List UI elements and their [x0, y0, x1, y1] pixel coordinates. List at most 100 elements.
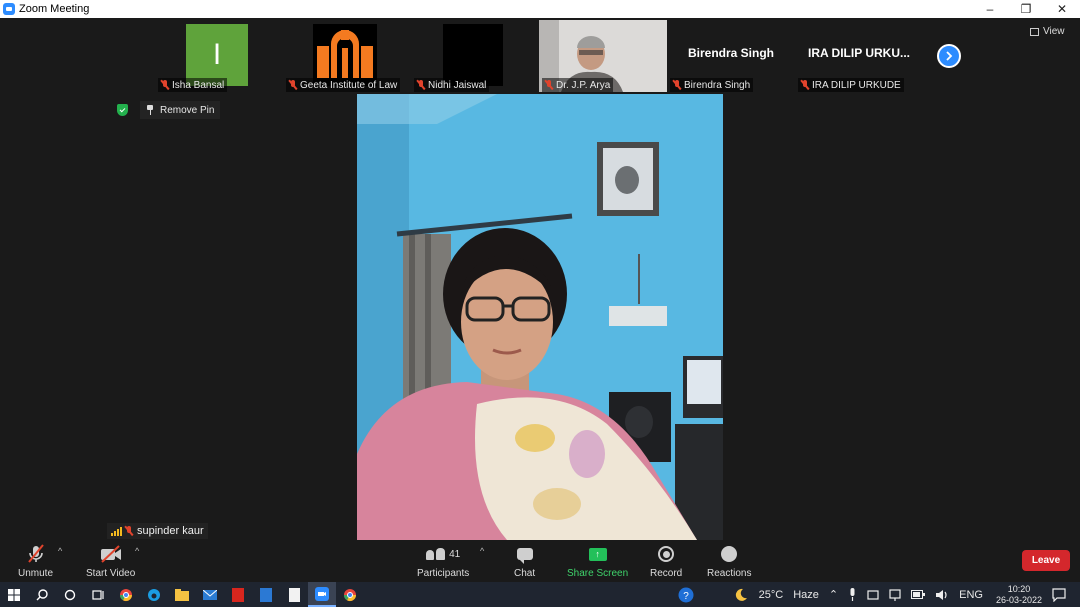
mic-muted-icon	[417, 80, 425, 90]
taskbar-chrome-2[interactable]	[336, 582, 364, 607]
taskbar-chrome[interactable]	[112, 582, 140, 607]
participant-display-name: Birendra Singh	[687, 46, 774, 60]
unmute-label: Unmute	[18, 568, 54, 579]
temperature[interactable]: 25°C	[759, 589, 784, 601]
windows-taskbar: ? 25°C Haze ⌃ ENG 10:20 26-03-2022	[0, 582, 1080, 607]
mic-muted-icon	[801, 80, 809, 90]
clock[interactable]: 10:20 26-03-2022	[996, 584, 1042, 606]
participant-name: Dr. J.P. Arya	[556, 79, 611, 91]
participant-tile[interactable]: I Isha Bansal	[155, 18, 283, 92]
chevron-right-icon	[946, 51, 953, 61]
chat-icon	[516, 548, 533, 564]
system-tray: ? 25°C Haze ⌃ ENG 10:20 26-03-2022	[678, 582, 1080, 607]
taskbar-file-explorer[interactable]	[168, 582, 196, 607]
chat-label: Chat	[514, 568, 536, 579]
search-button[interactable]	[28, 582, 56, 607]
mic-muted-icon	[545, 80, 553, 90]
language-indicator[interactable]: ENG	[959, 589, 983, 601]
participant-name: Geeta Institute of Law	[300, 79, 398, 91]
leave-button[interactable]: Leave	[1022, 550, 1070, 571]
participant-label: Birendra Singh	[670, 78, 754, 92]
clock-date: 26-03-2022	[995, 594, 1042, 605]
share-screen-label: Share Screen	[567, 568, 629, 579]
mic-muted-icon	[289, 80, 297, 90]
participant-tile[interactable]: Geeta Institute of Law	[283, 18, 411, 92]
word-icon	[260, 587, 272, 602]
record-label: Record	[650, 568, 683, 579]
show-hidden-icons-chevron-icon[interactable]: ⌃	[829, 588, 838, 601]
mail-icon	[203, 589, 217, 600]
taskbar-notepad[interactable]	[280, 582, 308, 607]
participant-name: Nidhi Jaiswal	[428, 79, 487, 91]
document-icon	[288, 587, 300, 602]
minimize-button[interactable]: –	[972, 0, 1008, 18]
weather-label[interactable]: Haze	[793, 589, 819, 601]
chrome-icon	[120, 588, 132, 601]
grid-icon	[1030, 27, 1039, 36]
notifications-icon[interactable]	[1052, 587, 1066, 602]
share-screen-icon: ↑	[588, 547, 607, 561]
gallery-strip: I Isha Bansal Geeta Institute of Law Nid…	[155, 18, 923, 92]
audio-options-caret[interactable]: ^	[58, 546, 62, 556]
participant-tile[interactable]: Birendra Singh Birendra Singh	[667, 18, 795, 92]
security-shield-icon[interactable]	[117, 104, 128, 116]
taskbar-mail[interactable]	[196, 582, 224, 607]
record-icon	[658, 546, 675, 562]
video-off-placeholder	[443, 24, 503, 86]
avatar: I	[186, 24, 248, 86]
reactions-label: Reactions	[707, 568, 752, 579]
participant-tile[interactable]: Nidhi Jaiswal	[411, 18, 539, 92]
video-options-caret[interactable]: ^	[135, 546, 139, 556]
battery-icon[interactable]	[911, 590, 926, 599]
taskbar-acrobat[interactable]	[224, 582, 252, 607]
search-icon	[36, 588, 48, 600]
remove-pin-label: Remove Pin	[160, 104, 215, 116]
reactions-icon	[721, 546, 738, 562]
help-icon[interactable]: ?	[678, 587, 694, 603]
taskbar-edge[interactable]	[140, 582, 168, 607]
mic-muted-icon	[673, 80, 681, 90]
meet-now-icon[interactable]	[867, 589, 879, 601]
title-bar: Zoom Meeting – ❐ ✕	[0, 0, 1080, 18]
reactions-button[interactable]: Reactions	[707, 544, 751, 579]
start-video-label: Start Video	[86, 568, 136, 579]
taskbar-word[interactable]	[252, 582, 280, 607]
participant-tile[interactable]: IRA DILIP URKU... IRA DILIP URKUDE	[795, 18, 923, 92]
participants-button[interactable]: 41 Participants	[417, 544, 469, 579]
network-icon[interactable]	[889, 588, 901, 601]
restore-button[interactable]: ❐	[1008, 0, 1044, 18]
chat-button[interactable]: Chat	[514, 544, 535, 579]
institute-logo	[313, 24, 377, 86]
windows-logo-icon	[8, 588, 20, 601]
task-view-button[interactable]	[84, 582, 112, 607]
microphone-icon[interactable]	[848, 588, 857, 601]
start-video-button[interactable]: Start Video	[86, 544, 135, 579]
mic-muted-icon	[125, 526, 133, 536]
participants-icon	[426, 548, 446, 560]
taskbar-zoom[interactable]	[308, 582, 336, 607]
active-speaker-name: supinder kaur	[137, 525, 204, 537]
remove-pin-button[interactable]: Remove Pin	[140, 101, 221, 119]
record-button[interactable]: Record	[650, 544, 682, 579]
pin-icon	[146, 105, 154, 115]
connection-signal-icon	[111, 526, 122, 536]
participant-label: Dr. J.P. Arya	[542, 78, 614, 92]
share-screen-button[interactable]: ↑ Share Screen	[567, 544, 628, 579]
moon-weather-icon	[735, 588, 747, 601]
participants-options-caret[interactable]: ^	[480, 546, 484, 556]
edge-icon	[148, 588, 160, 601]
participant-display-name: IRA DILIP URKU...	[807, 46, 910, 60]
next-page-button[interactable]	[937, 44, 961, 68]
task-view-icon	[92, 589, 104, 600]
cortana-button[interactable]	[56, 582, 84, 607]
view-button[interactable]: View	[1030, 26, 1065, 37]
start-button[interactable]	[0, 582, 28, 607]
participant-tile[interactable]: Dr. J.P. Arya	[539, 18, 667, 92]
close-button[interactable]: ✕	[1044, 0, 1080, 18]
participant-label: IRA DILIP URKUDE	[798, 78, 904, 92]
unmute-button[interactable]: Unmute	[18, 544, 53, 579]
volume-icon[interactable]	[935, 589, 949, 601]
video-off-icon	[100, 545, 121, 563]
folder-icon	[175, 588, 189, 601]
mic-muted-icon	[27, 544, 44, 563]
